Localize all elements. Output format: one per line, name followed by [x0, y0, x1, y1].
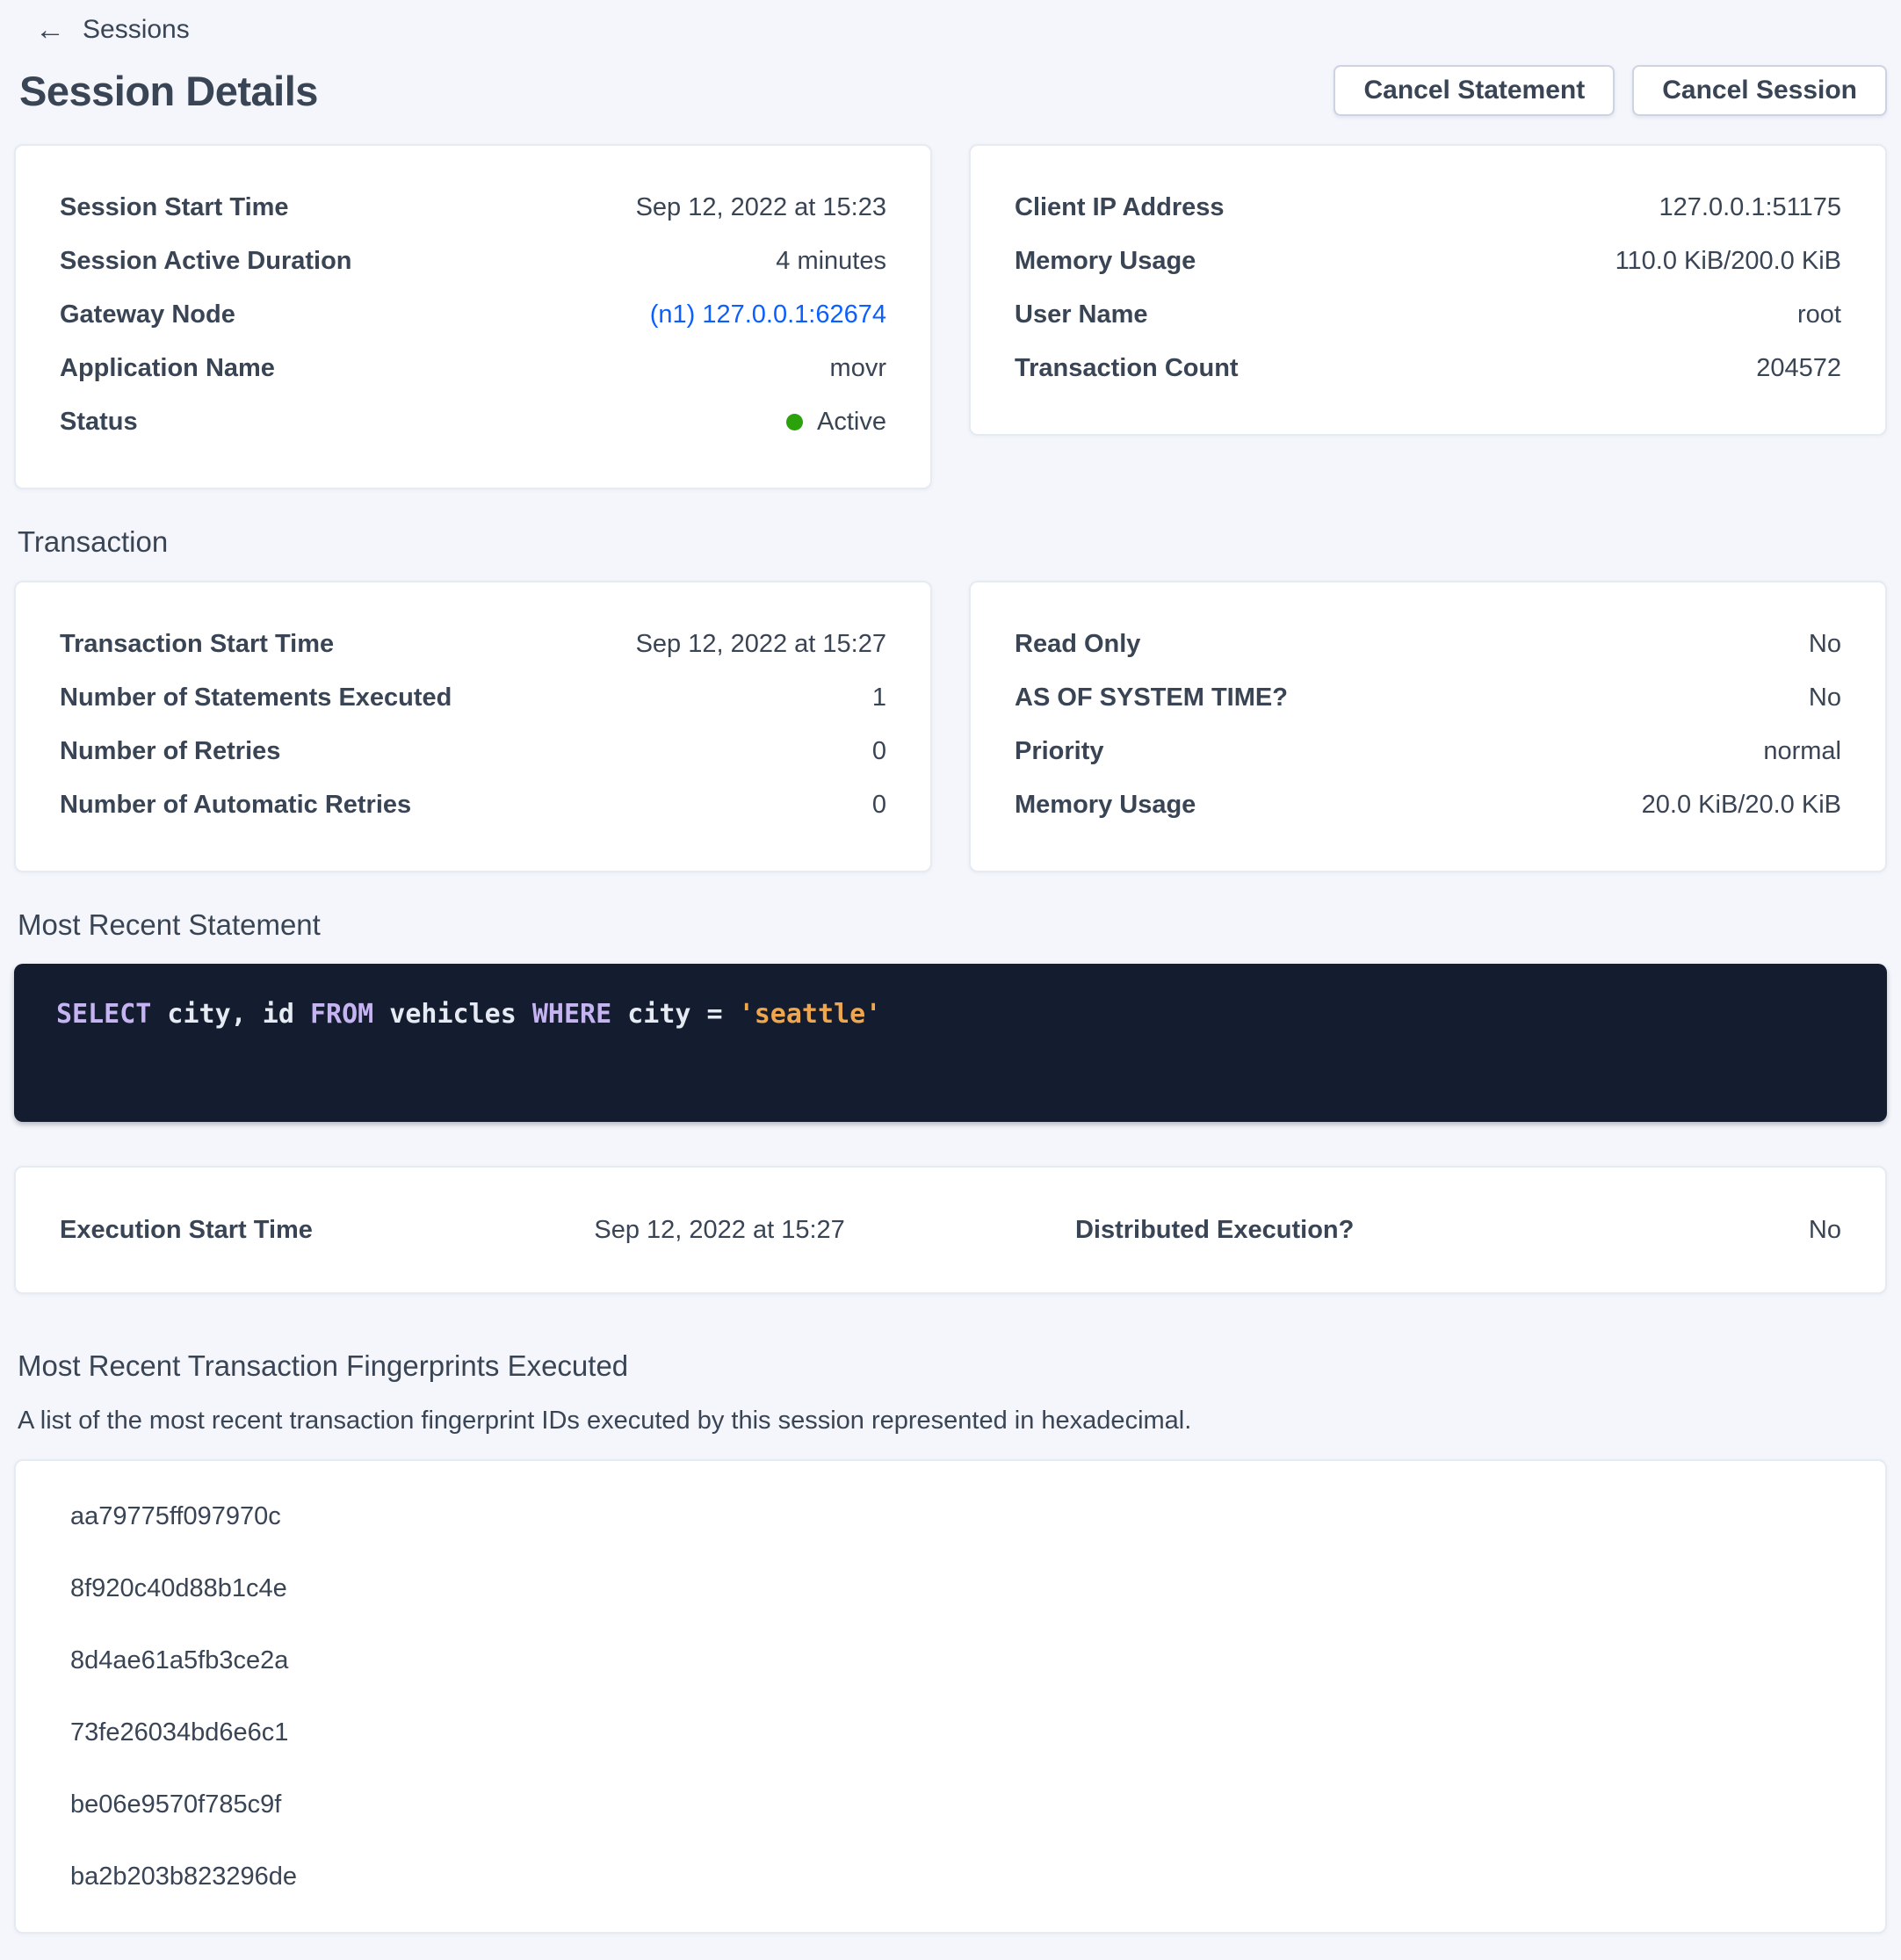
- transaction-start-time-row: Transaction Start Time Sep 12, 2022 at 1…: [60, 618, 886, 671]
- session-summary-row: Session Start Time Sep 12, 2022 at 15:23…: [14, 144, 1887, 489]
- transaction-start-time-value: Sep 12, 2022 at 15:27: [636, 630, 886, 659]
- transaction-count-label: Transaction Count: [1015, 354, 1239, 383]
- fingerprints-heading: Most Recent Transaction Fingerprints Exe…: [18, 1349, 1887, 1384]
- back-link-label: Sessions: [83, 15, 190, 45]
- execution-start-time-value: Sep 12, 2022 at 15:27: [594, 1216, 1075, 1245]
- transaction-row: Transaction Start Time Sep 12, 2022 at 1…: [14, 581, 1887, 872]
- transaction-count-row: Transaction Count 204572: [1015, 342, 1841, 395]
- transaction-card-left: Transaction Start Time Sep 12, 2022 at 1…: [14, 581, 932, 872]
- session-start-time-row: Session Start Time Sep 12, 2022 at 15:23: [60, 181, 886, 235]
- status-row: Status Active: [60, 395, 886, 449]
- statements-executed-label: Number of Statements Executed: [60, 683, 452, 712]
- priority-row: Priority normal: [1015, 725, 1841, 778]
- client-ip-label: Client IP Address: [1015, 193, 1225, 222]
- application-name-row: Application Name movr: [60, 342, 886, 395]
- automatic-retries-value: 0: [872, 791, 886, 820]
- sql-keyword: WHERE: [532, 999, 611, 1030]
- fingerprint-list-item: 8d4ae61a5fb3ce2a: [70, 1647, 1841, 1674]
- client-ip-value: 127.0.0.1:51175: [1659, 193, 1842, 222]
- as-of-system-time-value: No: [1809, 683, 1841, 712]
- statements-executed-value: 1: [872, 683, 886, 712]
- session-active-duration-label: Session Active Duration: [60, 247, 352, 276]
- session-active-duration-row: Session Active Duration 4 minutes: [60, 235, 886, 288]
- cancel-session-button[interactable]: Cancel Session: [1632, 65, 1887, 116]
- session-start-time-label: Session Start Time: [60, 193, 289, 222]
- as-of-system-time-label: AS OF SYSTEM TIME?: [1015, 683, 1288, 712]
- sql-string-literal: 'seattle': [739, 999, 882, 1030]
- fingerprint-list-item: be06e9570f785c9f: [70, 1791, 1841, 1818]
- user-name-value: root: [1797, 300, 1841, 329]
- sql-text: vehicles: [373, 999, 532, 1030]
- session-summary-card-right: Client IP Address 127.0.0.1:51175 Memory…: [969, 144, 1887, 436]
- session-summary-card-left: Session Start Time Sep 12, 2022 at 15:23…: [14, 144, 932, 489]
- header-actions: Cancel Statement Cancel Session: [1334, 65, 1887, 116]
- page-header: Session Details Cancel Statement Cancel …: [14, 65, 1887, 116]
- retries-label: Number of Retries: [60, 737, 280, 766]
- sql-text: city, id: [151, 999, 310, 1030]
- back-to-sessions-link[interactable]: ← Sessions: [14, 11, 207, 49]
- transaction-start-time-label: Transaction Start Time: [60, 630, 334, 659]
- sql-statement-box: SELECT city, id FROM vehicles WHERE city…: [14, 964, 1887, 1122]
- read-only-label: Read Only: [1015, 630, 1140, 659]
- sql-text: city =: [611, 999, 739, 1030]
- gateway-node-label: Gateway Node: [60, 300, 235, 329]
- fingerprints-card: aa79775ff097970c 8f920c40d88b1c4e 8d4ae6…: [14, 1459, 1887, 1934]
- most-recent-statement-heading: Most Recent Statement: [18, 908, 1887, 943]
- session-active-duration-value: 4 minutes: [776, 247, 886, 276]
- gateway-node-link[interactable]: (n1) 127.0.0.1:62674: [650, 300, 886, 329]
- automatic-retries-label: Number of Automatic Retries: [60, 791, 411, 820]
- user-name-label: User Name: [1015, 300, 1148, 329]
- sql-keyword: SELECT: [56, 999, 151, 1030]
- client-ip-row: Client IP Address 127.0.0.1:51175: [1015, 181, 1841, 235]
- transaction-count-value: 204572: [1756, 354, 1841, 383]
- fingerprint-list-item: aa79775ff097970c: [70, 1503, 1841, 1530]
- status-value: Active: [786, 408, 886, 437]
- application-name-label: Application Name: [60, 354, 275, 383]
- priority-label: Priority: [1015, 737, 1104, 766]
- execution-card: Execution Start Time Sep 12, 2022 at 15:…: [14, 1166, 1887, 1294]
- application-name-value: movr: [830, 354, 886, 383]
- transaction-card-right: Read Only No AS OF SYSTEM TIME? No Prior…: [969, 581, 1887, 872]
- execution-row: Execution Start Time Sep 12, 2022 at 15:…: [60, 1204, 1841, 1255]
- automatic-retries-row: Number of Automatic Retries 0: [60, 778, 886, 832]
- transaction-memory-usage-value: 20.0 KiB/20.0 KiB: [1642, 791, 1841, 820]
- statements-executed-row: Number of Statements Executed 1: [60, 671, 886, 725]
- retries-row: Number of Retries 0: [60, 725, 886, 778]
- status-badge: Active: [817, 408, 886, 437]
- distributed-execution-label: Distributed Execution?: [1075, 1216, 1485, 1245]
- fingerprint-list-item: 8f920c40d88b1c4e: [70, 1575, 1841, 1602]
- transaction-section-heading: Transaction: [18, 524, 1887, 560]
- session-start-time-value: Sep 12, 2022 at 15:23: [636, 193, 886, 222]
- sql-keyword: FROM: [310, 999, 373, 1030]
- priority-value: normal: [1763, 737, 1841, 766]
- fingerprints-description: A list of the most recent transaction fi…: [18, 1405, 1887, 1436]
- status-label: Status: [60, 408, 138, 437]
- fingerprint-list-item: ba2b203b823296de: [70, 1863, 1841, 1890]
- session-memory-usage-row: Memory Usage 110.0 KiB/200.0 KiB: [1015, 235, 1841, 288]
- page-title: Session Details: [19, 67, 318, 115]
- execution-start-time-label: Execution Start Time: [60, 1216, 594, 1245]
- back-arrow-icon: ←: [35, 15, 65, 45]
- session-memory-usage-label: Memory Usage: [1015, 247, 1196, 276]
- cancel-statement-button[interactable]: Cancel Statement: [1334, 65, 1615, 116]
- session-details-page: ← Sessions Session Details Cancel Statem…: [0, 0, 1901, 1960]
- retries-value: 0: [872, 737, 886, 766]
- read-only-row: Read Only No: [1015, 618, 1841, 671]
- status-active-dot-icon: [786, 414, 803, 430]
- fingerprint-list-item: 73fe26034bd6e6c1: [70, 1719, 1841, 1746]
- read-only-value: No: [1809, 630, 1841, 659]
- transaction-memory-usage-row: Memory Usage 20.0 KiB/20.0 KiB: [1015, 778, 1841, 832]
- gateway-node-row: Gateway Node (n1) 127.0.0.1:62674: [60, 288, 886, 342]
- transaction-memory-usage-label: Memory Usage: [1015, 791, 1196, 820]
- distributed-execution-value: No: [1485, 1216, 1841, 1245]
- session-memory-usage-value: 110.0 KiB/200.0 KiB: [1615, 247, 1841, 276]
- as-of-system-time-row: AS OF SYSTEM TIME? No: [1015, 671, 1841, 725]
- user-name-row: User Name root: [1015, 288, 1841, 342]
